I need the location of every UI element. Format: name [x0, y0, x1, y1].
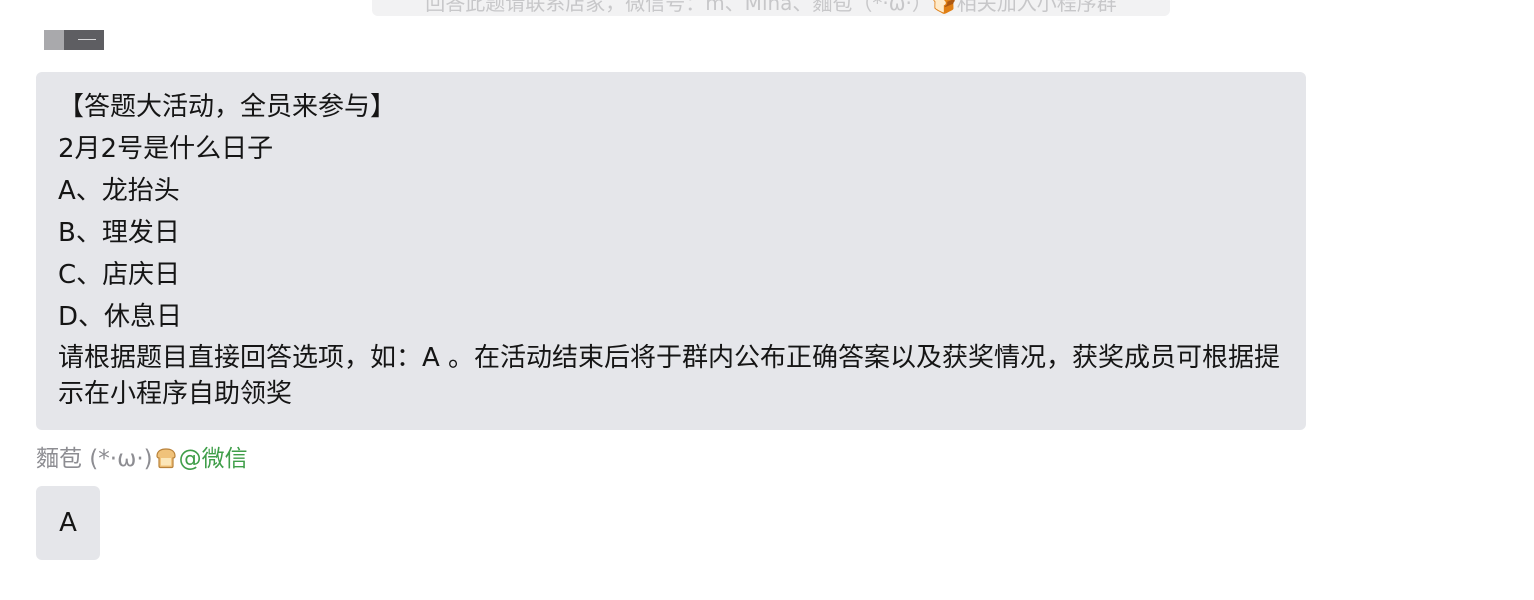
avatar-image-left [44, 30, 64, 50]
avatar-image-detail [78, 39, 96, 40]
bread-icon [154, 446, 178, 470]
system-tip-text: 回答此题请联系店家，微信号：m、Mina、麵苞（*·ω·）🍞相关加入小程序群 [425, 0, 1117, 15]
reply-sender-line: 麵苞 (*·ω·) @微信 [36, 444, 248, 474]
mention-tag[interactable]: @微信 [179, 446, 248, 472]
sender-avatar[interactable] [44, 30, 104, 50]
reply-message-bubble[interactable]: A [36, 486, 100, 560]
question-text: 2月2号是什么日子 [58, 134, 274, 164]
option-c: C、店庆日 [58, 260, 181, 290]
option-d: D、休息日 [58, 302, 183, 332]
reply-text: A [59, 508, 77, 538]
sender-name[interactable]: 麵苞 (*·ω·) [36, 446, 153, 472]
option-a: A、龙抬头 [58, 176, 180, 206]
question-message-bubble[interactable]: 【答题大活动，全员来参与】 2月2号是什么日子 A、龙抬头 B、理发日 C、店庆… [36, 72, 1306, 430]
instructions: 请根据题目直接回答选项，如：A 。在活动结束后将于群内公布正确答案以及获奖情况，… [58, 343, 1281, 409]
system-tip: 回答此题请联系店家，微信号：m、Mina、麵苞（*·ω·）🍞相关加入小程序群 [372, 0, 1170, 16]
question-title: 【答题大活动，全员来参与】 [58, 92, 397, 122]
option-b: B、理发日 [58, 218, 180, 248]
